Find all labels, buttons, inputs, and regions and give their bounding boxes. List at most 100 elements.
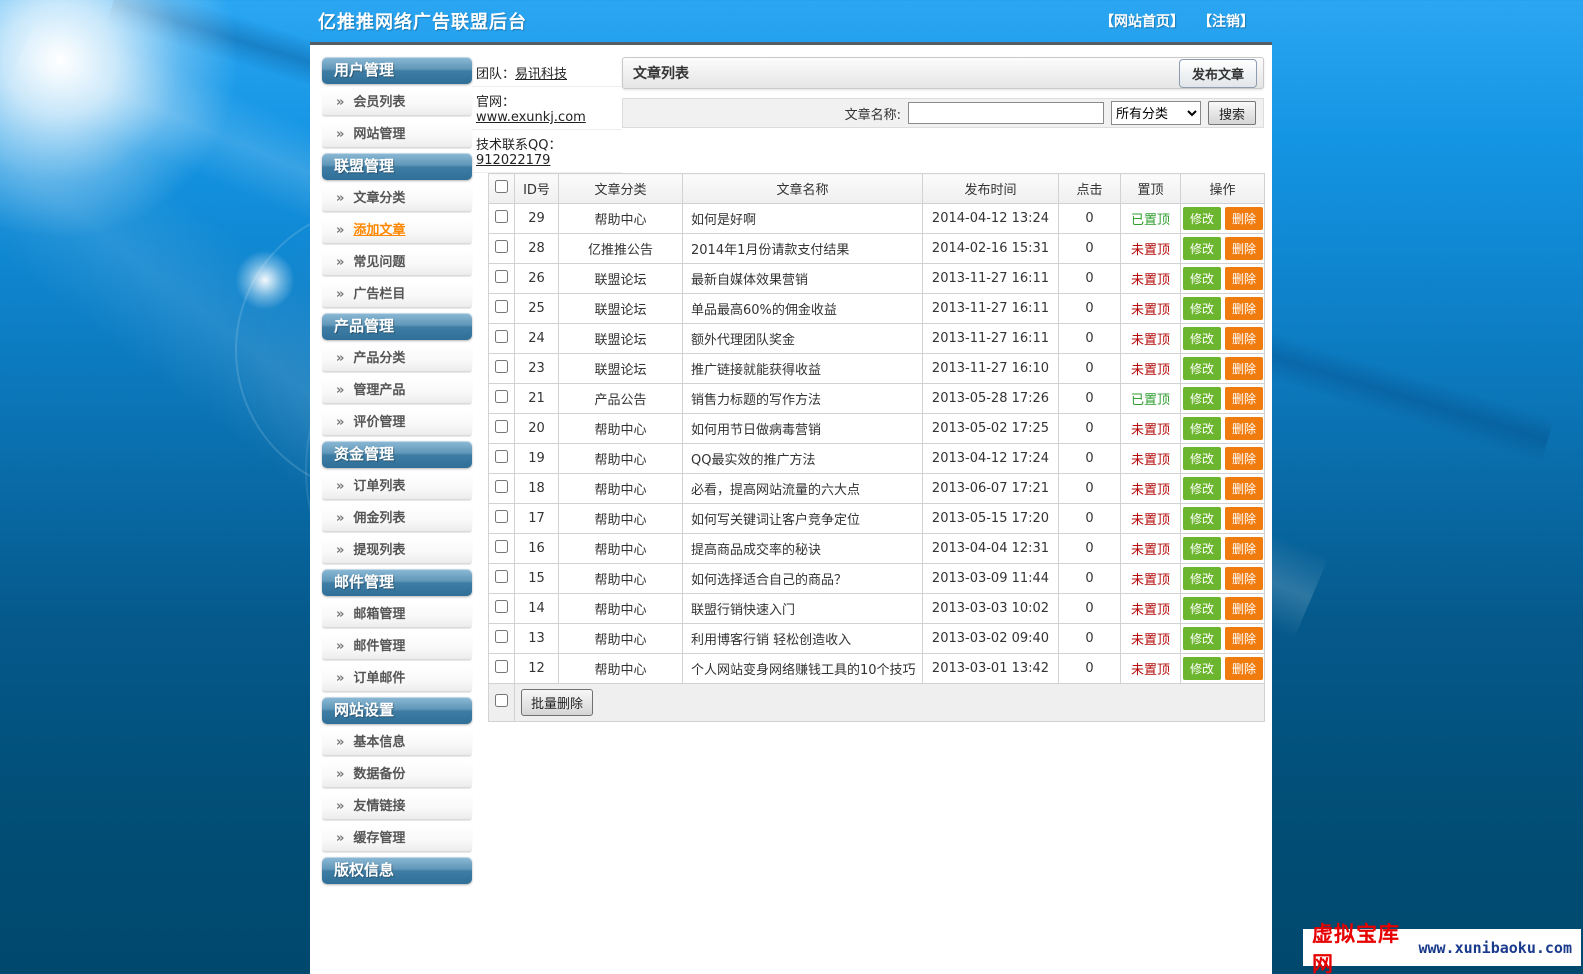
- sidebar-entry[interactable]: »管理产品: [322, 377, 472, 404]
- delete-button[interactable]: 删除: [1225, 447, 1263, 470]
- pin-status[interactable]: 未置顶: [1131, 243, 1170, 258]
- publish-article-button[interactable]: 发布文章: [1179, 59, 1257, 88]
- edit-button[interactable]: 修改: [1183, 387, 1221, 410]
- select-all-checkbox[interactable]: [495, 180, 508, 193]
- sidebar-entry[interactable]: »评价管理: [322, 409, 472, 436]
- edit-button[interactable]: 修改: [1183, 627, 1221, 650]
- search-button[interactable]: 搜索: [1208, 101, 1256, 125]
- sidebar-entry[interactable]: »版权信息: [322, 857, 472, 884]
- row-checkbox[interactable]: [495, 240, 508, 253]
- pin-status[interactable]: 未置顶: [1131, 483, 1170, 498]
- sidebar-entry[interactable]: »常见问题: [322, 249, 472, 276]
- sidebar-entry[interactable]: »添加文章: [322, 217, 472, 244]
- delete-button[interactable]: 删除: [1225, 417, 1263, 440]
- edit-button[interactable]: 修改: [1183, 297, 1221, 320]
- delete-button[interactable]: 删除: [1225, 267, 1263, 290]
- edit-button[interactable]: 修改: [1183, 267, 1221, 290]
- footer-link[interactable]: www.exunkj.com: [476, 110, 586, 125]
- edit-button[interactable]: 修改: [1183, 417, 1221, 440]
- sidebar-entry[interactable]: »用户管理: [322, 57, 472, 84]
- sidebar-entry[interactable]: »邮件管理: [322, 633, 472, 660]
- edit-button[interactable]: 修改: [1183, 507, 1221, 530]
- row-checkbox[interactable]: [495, 570, 508, 583]
- logout-link[interactable]: 【注销】: [1198, 11, 1254, 31]
- sidebar-entry[interactable]: »提现列表: [322, 537, 472, 564]
- delete-button[interactable]: 删除: [1225, 387, 1263, 410]
- row-checkbox[interactable]: [495, 420, 508, 433]
- edit-button[interactable]: 修改: [1183, 357, 1221, 380]
- pin-status[interactable]: 未置顶: [1131, 513, 1170, 528]
- row-checkbox[interactable]: [495, 390, 508, 403]
- sidebar-entry[interactable]: »会员列表: [322, 89, 472, 116]
- sidebar-entry[interactable]: »订单邮件: [322, 665, 472, 692]
- sidebar-entry[interactable]: »网站管理: [322, 121, 472, 148]
- sidebar-entry[interactable]: »佣金列表: [322, 505, 472, 532]
- delete-button[interactable]: 删除: [1225, 537, 1263, 560]
- sidebar-entry[interactable]: »广告栏目: [322, 281, 472, 308]
- row-checkbox[interactable]: [495, 270, 508, 283]
- row-checkbox[interactable]: [495, 510, 508, 523]
- edit-button[interactable]: 修改: [1183, 567, 1221, 590]
- delete-button[interactable]: 删除: [1225, 477, 1263, 500]
- sidebar-entry[interactable]: »数据备份: [322, 761, 472, 788]
- category-select[interactable]: 所有分类: [1111, 101, 1201, 125]
- row-checkbox[interactable]: [495, 600, 508, 613]
- sidebar-entry[interactable]: »邮件管理: [322, 569, 472, 596]
- edit-button[interactable]: 修改: [1183, 657, 1221, 680]
- pin-status[interactable]: 已置顶: [1131, 393, 1170, 408]
- edit-button[interactable]: 修改: [1183, 237, 1221, 260]
- row-checkbox[interactable]: [495, 540, 508, 553]
- edit-button[interactable]: 修改: [1183, 477, 1221, 500]
- sidebar-entry[interactable]: »基本信息: [322, 729, 472, 756]
- delete-button[interactable]: 删除: [1225, 297, 1263, 320]
- delete-button[interactable]: 删除: [1225, 237, 1263, 260]
- pin-status[interactable]: 未置顶: [1131, 273, 1170, 288]
- row-checkbox[interactable]: [495, 630, 508, 643]
- delete-button[interactable]: 删除: [1225, 207, 1263, 230]
- footer-link[interactable]: 易讯科技: [515, 67, 567, 82]
- delete-button[interactable]: 删除: [1225, 567, 1263, 590]
- sidebar-entry[interactable]: »联盟管理: [322, 153, 472, 180]
- batch-select-checkbox[interactable]: [495, 694, 508, 707]
- sidebar-entry[interactable]: »资金管理: [322, 441, 472, 468]
- pin-status[interactable]: 未置顶: [1131, 603, 1170, 618]
- edit-button[interactable]: 修改: [1183, 327, 1221, 350]
- pin-status[interactable]: 未置顶: [1131, 333, 1170, 348]
- pin-status[interactable]: 未置顶: [1131, 633, 1170, 648]
- pin-status[interactable]: 未置顶: [1131, 543, 1170, 558]
- edit-button[interactable]: 修改: [1183, 447, 1221, 470]
- home-link[interactable]: 【网站首页】: [1100, 11, 1184, 31]
- row-checkbox[interactable]: [495, 300, 508, 313]
- row-checkbox[interactable]: [495, 480, 508, 493]
- row-checkbox[interactable]: [495, 660, 508, 673]
- edit-button[interactable]: 修改: [1183, 597, 1221, 620]
- delete-button[interactable]: 删除: [1225, 507, 1263, 530]
- article-name-input[interactable]: [908, 102, 1104, 124]
- delete-button[interactable]: 删除: [1225, 327, 1263, 350]
- pin-status[interactable]: 未置顶: [1131, 363, 1170, 378]
- row-checkbox[interactable]: [495, 450, 508, 463]
- footer-link[interactable]: 912022179: [476, 153, 550, 168]
- sidebar-entry[interactable]: »产品分类: [322, 345, 472, 372]
- row-checkbox[interactable]: [495, 330, 508, 343]
- sidebar-entry[interactable]: »文章分类: [322, 185, 472, 212]
- pin-status[interactable]: 未置顶: [1131, 303, 1170, 318]
- delete-button[interactable]: 删除: [1225, 657, 1263, 680]
- pin-status[interactable]: 未置顶: [1131, 423, 1170, 438]
- sidebar-entry[interactable]: »邮箱管理: [322, 601, 472, 628]
- delete-button[interactable]: 删除: [1225, 627, 1263, 650]
- delete-button[interactable]: 删除: [1225, 357, 1263, 380]
- row-checkbox[interactable]: [495, 210, 508, 223]
- pin-status[interactable]: 未置顶: [1131, 663, 1170, 678]
- sidebar-entry[interactable]: »网站设置: [322, 697, 472, 724]
- delete-button[interactable]: 删除: [1225, 597, 1263, 620]
- edit-button[interactable]: 修改: [1183, 207, 1221, 230]
- sidebar-entry[interactable]: »产品管理: [322, 313, 472, 340]
- sidebar-entry[interactable]: »订单列表: [322, 473, 472, 500]
- row-checkbox[interactable]: [495, 360, 508, 373]
- pin-status[interactable]: 未置顶: [1131, 573, 1170, 588]
- batch-delete-button[interactable]: 批量删除: [521, 689, 593, 716]
- sidebar-entry[interactable]: »友情链接: [322, 793, 472, 820]
- pin-status[interactable]: 未置顶: [1131, 453, 1170, 468]
- sidebar-entry[interactable]: »缓存管理: [322, 825, 472, 852]
